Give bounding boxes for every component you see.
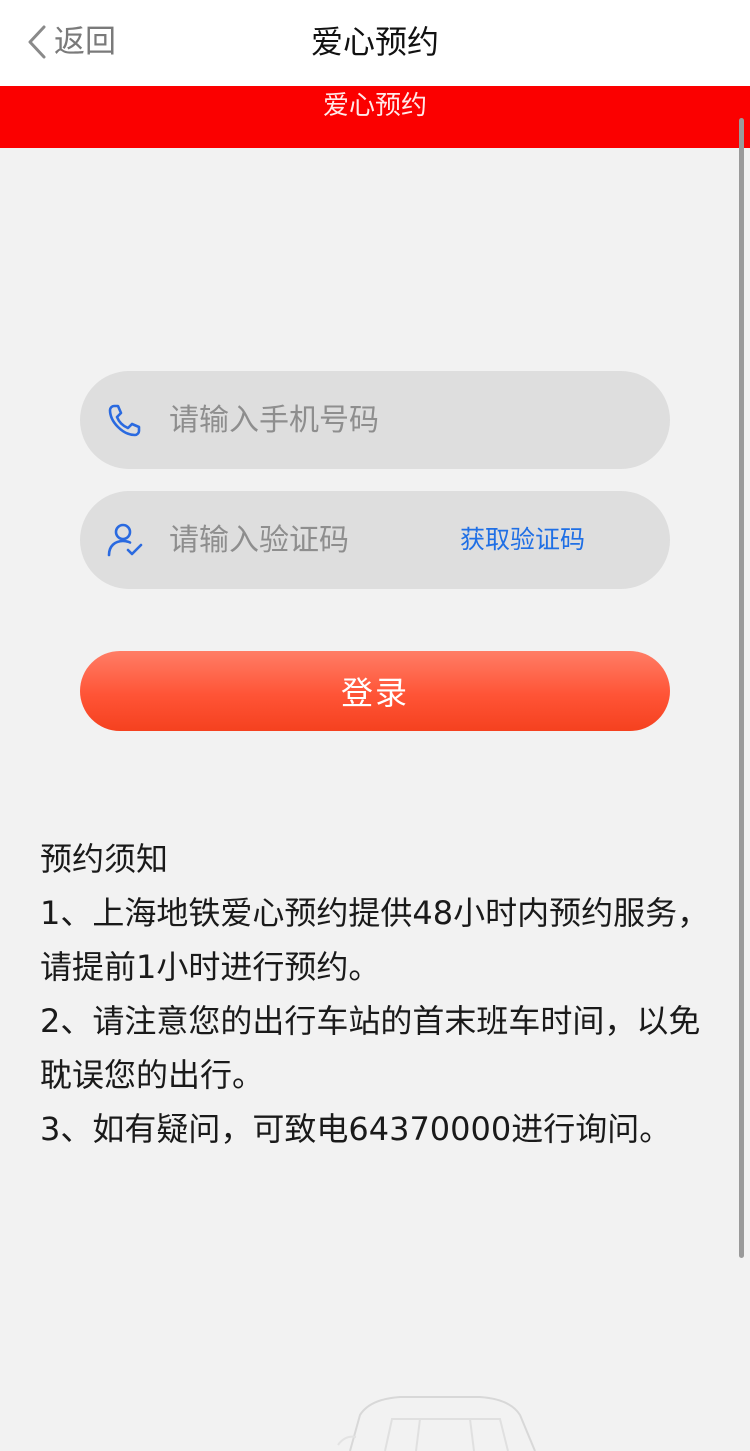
notice-heading: 预约须知 — [40, 840, 169, 878]
phone-field — [80, 371, 670, 469]
user-check-icon — [107, 523, 143, 557]
train-illustration — [330, 1385, 560, 1451]
nav-bar: 返回 爱心预约 — [0, 0, 750, 86]
notice-item: 1、上海地铁爱心预约提供48小时内预约服务，请提前1小时进行预约。 — [40, 894, 710, 986]
login-button[interactable]: 登录 — [80, 651, 670, 731]
scrollbar[interactable] — [739, 118, 744, 1258]
get-code-button[interactable]: 获取验证码 — [460, 491, 585, 589]
notice-item: 3、如有疑问，可致电64370000进行询问。 — [40, 1110, 672, 1148]
verification-code-input[interactable] — [169, 510, 429, 570]
page-title: 爱心预约 — [310, 23, 439, 61]
header-banner: 爱心预约 — [0, 86, 750, 148]
phone-input[interactable] — [169, 390, 609, 450]
phone-icon — [108, 404, 141, 437]
code-field: 获取验证码 — [80, 491, 670, 589]
notice-item: 2、请注意您的出行车站的首末班车时间，以免耽误您的出行。 — [40, 1002, 701, 1094]
notice-section: 预约须知 1、上海地铁爱心预约提供48小时内预约服务，请提前1小时进行预约。 2… — [40, 832, 720, 1156]
banner-title: 爱心预约 — [322, 91, 427, 121]
